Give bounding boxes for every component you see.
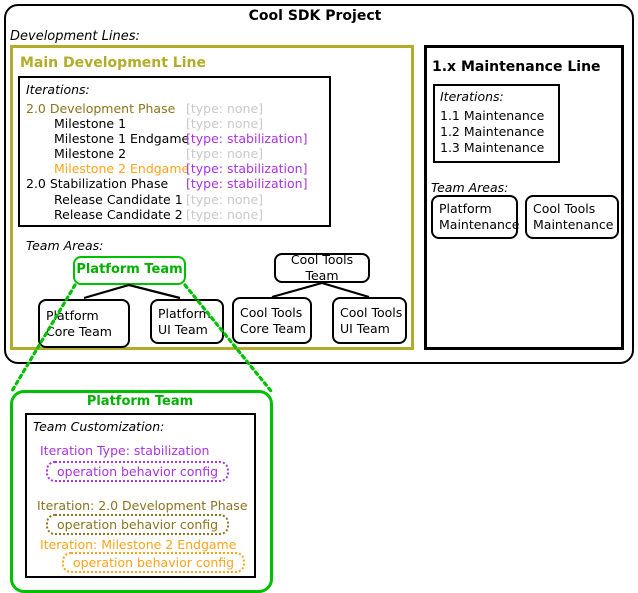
iteration-name: 2.0 Stabilization Phase [26, 176, 169, 191]
operation-behavior-config-pill[interactable]: operation behavior config [62, 552, 246, 573]
team-box-cooltools-maintenance[interactable]: Cool Tools Maintenance [525, 195, 619, 239]
main-development-line-title: Main Development Line [20, 55, 206, 71]
team-box-label-line1: Cool Tools [340, 304, 403, 320]
team-box-platform-maintenance[interactable]: Platform Maintenance [431, 195, 520, 239]
customization-entry-label: Iteration Type: stabilization [40, 443, 210, 458]
team-box-label-line2: UI Team [340, 320, 390, 336]
development-lines-label: Development Lines: [10, 29, 140, 44]
operation-behavior-config-pill[interactable]: operation behavior config [46, 461, 230, 482]
main-team-areas-label: Team Areas: [26, 238, 104, 253]
team-box-cooltools-core-team[interactable]: Cool Tools Core Team [232, 297, 312, 344]
iteration-name: Release Candidate 1 [54, 192, 183, 207]
detail-panel-title: Platform Team [86, 394, 194, 409]
team-box-label: Platform Core Team [46, 308, 112, 339]
team-box-cooltools-ui-team[interactable]: Cool Tools UI Team [332, 297, 407, 344]
team-box-label: Cool Tools Core Team [240, 305, 306, 336]
iteration-name: Milestone 1 Endgame [54, 131, 190, 146]
maintenance-team-areas-label: Team Areas: [431, 180, 509, 195]
team-box-label: Cool Tools UI Team [340, 305, 402, 336]
team-box-label-line2: UI Team [158, 321, 208, 337]
team-box-platform-core-team[interactable]: Platform Core Team [38, 299, 130, 348]
team-box-label-line1: Cool Tools [533, 201, 596, 217]
team-box-label: Platform UI Team [158, 306, 211, 337]
maintenance-line-title: 1.x Maintenance Line [432, 59, 601, 75]
maintenance-iterations-label: Iterations: [440, 89, 504, 104]
iteration-row[interactable]: 1.2 Maintenance [440, 124, 544, 139]
iteration-row[interactable]: 1.3 Maintenance [440, 140, 544, 155]
main-iterations-label: Iterations: [26, 82, 90, 97]
iteration-type: [type: none] [186, 146, 264, 161]
team-box-label-line1: Platform [46, 307, 99, 323]
iteration-type: [type: none] [186, 192, 264, 207]
team-box-label-line1: Platform [439, 201, 492, 217]
team-box-label: Platform Team [76, 262, 183, 278]
iteration-row[interactable]: 1.1 Maintenance [440, 108, 544, 123]
team-box-label-line2: Core Team [240, 320, 306, 336]
iteration-type: [type: none] [186, 101, 264, 116]
iteration-name: Milestone 1 [54, 116, 127, 131]
iteration-name: 2.0 Development Phase [26, 101, 176, 116]
team-box-label: Cool Tools Maintenance [533, 201, 614, 232]
customization-entry-label: Iteration: 2.0 Development Phase [37, 498, 248, 513]
team-box-label: Cool Tools Team [290, 252, 354, 283]
team-box-label-line2: Maintenance [439, 217, 520, 232]
team-box-platform-ui-team[interactable]: Platform UI Team [150, 299, 224, 344]
iteration-name: Milestone 2 [54, 146, 127, 161]
team-box-label: Platform Maintenance [439, 201, 520, 232]
team-box-label-line2: Maintenance [533, 217, 614, 232]
iteration-type: [type: stabilization] [186, 131, 308, 146]
team-box-platform-team[interactable]: Platform Team [73, 256, 186, 285]
team-box-label-line2: Core Team [46, 323, 112, 339]
iteration-name: Release Candidate 2 [54, 207, 183, 222]
team-customization-label: Team Customization: [33, 419, 165, 434]
team-box-label-line1: Platform [158, 305, 211, 321]
iteration-name: Milestone 2 Endgame [54, 161, 190, 176]
iteration-type: [type: none] [186, 207, 264, 222]
operation-behavior-config-pill[interactable]: operation behavior config [46, 514, 230, 535]
page-title: Cool SDK Project [248, 8, 382, 24]
iteration-type: [type: stabilization] [186, 176, 308, 191]
iteration-type: [type: stabilization] [186, 161, 308, 176]
team-box-cooltools-team[interactable]: Cool Tools Team [274, 252, 370, 283]
team-box-label-line1: Cool Tools [240, 304, 303, 320]
customization-entry-label: Iteration: Milestone 2 Endgame [40, 537, 237, 552]
iteration-type: [type: none] [186, 116, 264, 131]
